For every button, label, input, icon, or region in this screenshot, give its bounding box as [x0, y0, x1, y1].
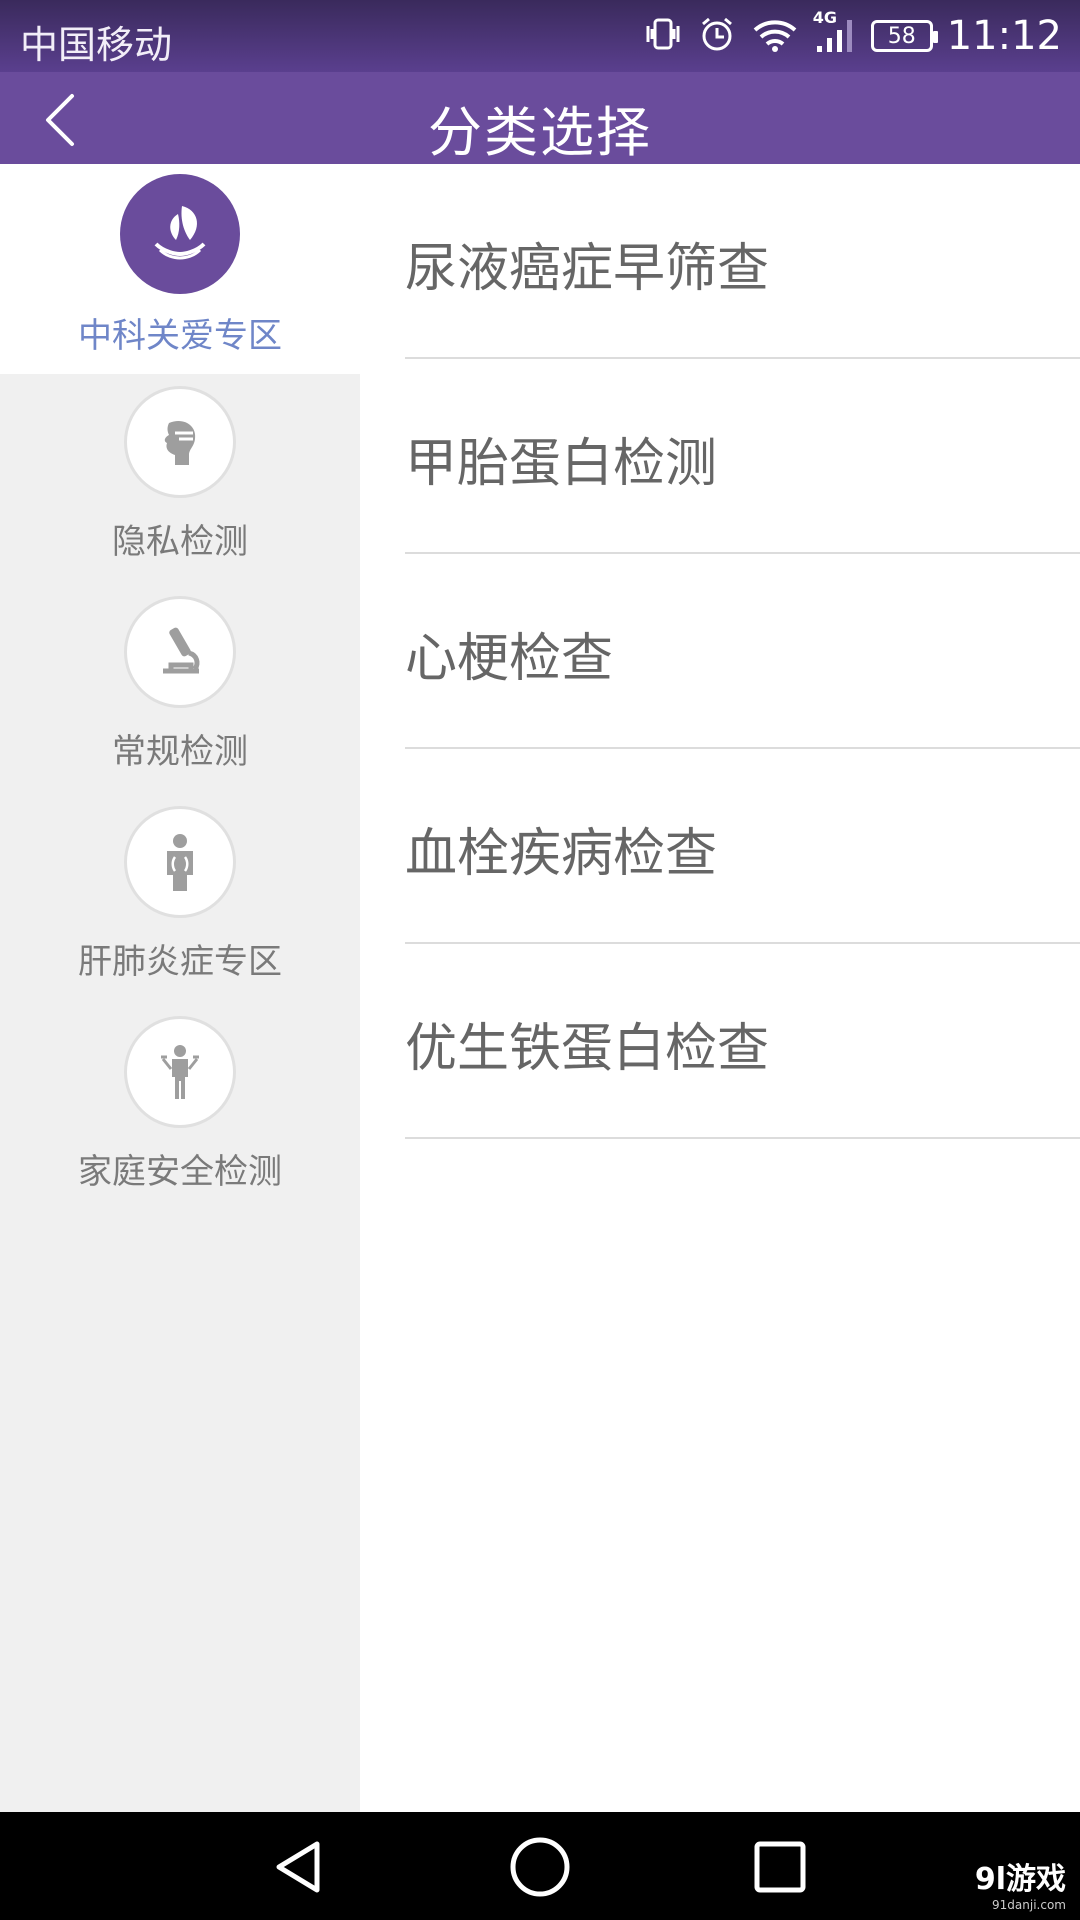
battery-indicator: 58: [870, 20, 938, 52]
wifi-icon: [751, 14, 799, 58]
nav-recents-button[interactable]: [745, 1832, 815, 1902]
sidebar-item-label: 家庭安全检测: [78, 1152, 282, 1192]
sidebar-item-label: 中科关爱专区: [78, 316, 282, 356]
nav-home-button[interactable]: [505, 1832, 575, 1902]
microscope-icon: [124, 596, 236, 708]
category-sidebar: 中科关爱专区 隐私检测 常规检测 肝肺炎症专区 家庭安全检测: [0, 164, 360, 1812]
watermark-brand: 9l游戏: [974, 1862, 1066, 1897]
circle-home-icon: [510, 1837, 570, 1897]
leaf-logo-icon: [120, 174, 240, 294]
list-item-label: 血栓疾病检查: [405, 824, 718, 884]
list-item[interactable]: 心梗检查: [405, 554, 1080, 749]
sidebar-item-routine-test[interactable]: 常规检测: [0, 596, 360, 806]
sidebar-item-label: 常规检测: [112, 732, 248, 772]
sidebar-item-zhongke-care[interactable]: 中科关爱专区: [0, 164, 360, 374]
app-header: 分类选择: [0, 72, 1080, 164]
sidebar-item-family-safety[interactable]: 家庭安全检测: [0, 1016, 360, 1226]
cellular-signal-icon: 4G: [813, 8, 857, 60]
system-nav-bar: 9l游戏 91danji.com: [0, 1812, 1080, 1920]
sidebar-item-label: 肝肺炎症专区: [78, 942, 282, 982]
watermark: 9l游戏 91danji.com: [975, 1854, 1066, 1912]
triangle-back-icon: [276, 1841, 320, 1893]
sidebar-item-liver-lung[interactable]: 肝肺炎症专区: [0, 806, 360, 1016]
alarm-icon: [697, 14, 737, 58]
family-person-icon: [124, 1016, 236, 1128]
list-item-label: 优生铁蛋白检查: [405, 1019, 770, 1079]
carrier-label: 中国移动: [20, 23, 173, 67]
watermark-url: 91danji.com: [992, 1898, 1066, 1912]
list-item-label: 甲胎蛋白检测: [405, 434, 718, 494]
clock: 11:12: [946, 13, 1062, 59]
profile-head-icon: [124, 386, 236, 498]
list-item[interactable]: 甲胎蛋白检测: [405, 359, 1080, 554]
status-bar: 中国移动 4G 58 11:12: [0, 0, 1080, 72]
list-item[interactable]: 血栓疾病检查: [405, 749, 1080, 944]
list-item[interactable]: 尿液癌症早筛查: [405, 164, 1080, 359]
network-type-label: 4G: [812, 8, 837, 27]
sidebar-item-label: 隐私检测: [112, 522, 248, 562]
square-recents-icon: [754, 1841, 806, 1893]
body-organs-icon: [124, 806, 236, 918]
screen: 中国移动 4G 58 11:12 分类选择 中科关爱专区 隐私检测 常规检测 肝…: [0, 0, 1080, 1920]
test-list: 尿液癌症早筛查 甲胎蛋白检测 心梗检查 血栓疾病检查 优生铁蛋白检查: [360, 164, 1080, 1812]
list-item-label: 心梗检查: [405, 629, 614, 689]
page-title: 分类选择: [428, 101, 652, 164]
nav-back-button[interactable]: [265, 1832, 335, 1902]
status-icons: 4G 58 11:12: [643, 8, 1062, 64]
list-item-label: 尿液癌症早筛查: [405, 239, 770, 299]
sidebar-item-privacy-test[interactable]: 隐私检测: [0, 386, 360, 596]
vibrate-icon: [643, 14, 683, 58]
list-item[interactable]: 优生铁蛋白检查: [405, 944, 1080, 1139]
